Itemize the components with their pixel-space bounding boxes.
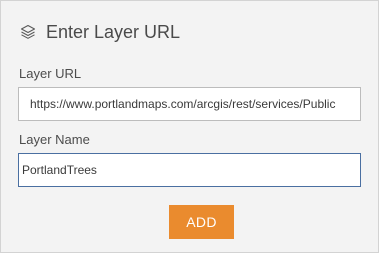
layer-name-input[interactable]: [18, 153, 361, 187]
layers-icon: [19, 23, 37, 41]
layer-name-label: Layer Name: [19, 132, 90, 147]
layer-url-input[interactable]: [18, 87, 361, 121]
panel-header: Enter Layer URL: [19, 19, 180, 45]
panel-title: Enter Layer URL: [46, 21, 181, 42]
enter-layer-url-panel: Enter Layer URL Layer URL Layer Name ADD: [0, 0, 379, 253]
layer-url-label: Layer URL: [19, 66, 82, 81]
add-button[interactable]: ADD: [169, 205, 234, 239]
